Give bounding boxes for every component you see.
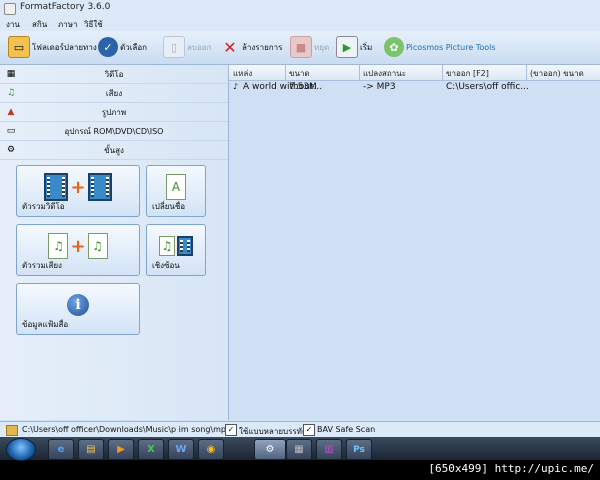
row-size: 7.53M	[289, 82, 317, 92]
rename-button[interactable]: A เปลี่ยนชื่อ	[146, 165, 206, 217]
col-output-size[interactable]: (ขาออก) ขนาด	[530, 67, 584, 80]
options-button[interactable]: ✓ ตัวเลือก	[98, 35, 147, 59]
watermark: [650x499] http://upic.me/	[428, 462, 594, 475]
bav-checkbox[interactable]: ✓	[303, 424, 315, 436]
taskbar: e ▤ ▶ X W ◉ ⚙ ▦ ▥ Ps	[0, 437, 600, 461]
music-file-icon: ♪	[233, 82, 239, 91]
output-path: C:\Users\off officer\Downloads\Music\p i…	[22, 425, 232, 434]
ie-icon[interactable]: e	[48, 439, 74, 460]
audio-joiner-icon: ♫ + ♫	[17, 231, 139, 261]
app-icon	[4, 3, 16, 15]
picture-icon: ▲	[7, 107, 15, 117]
multithread-checkbox[interactable]: ✓	[225, 424, 237, 436]
category-picture[interactable]: ▲ รูปภาพ	[0, 103, 228, 122]
clear-list-button[interactable]: ✕ ล้างรายการ	[220, 35, 282, 59]
audio-joiner-button[interactable]: ♫ + ♫ ตัวรวมเสียง	[16, 224, 140, 276]
status-bar: C:\Users\off officer\Downloads\Music\p i…	[0, 421, 600, 438]
remove-button[interactable]: ▯ ลบออก	[163, 35, 211, 59]
mux-icon: ♫	[147, 231, 205, 261]
menu-task[interactable]: งาน	[6, 18, 20, 31]
word-icon[interactable]: W	[168, 439, 194, 460]
picosmos-icon: ✿	[384, 37, 404, 57]
video-icon: ▦	[6, 69, 16, 79]
col-output[interactable]: ขาออก [F2]	[446, 67, 489, 80]
menu-language[interactable]: ภาษา	[58, 18, 78, 31]
stop-button[interactable]: ■ หยุด	[290, 35, 329, 59]
video-joiner-button[interactable]: + ตัวรวมวิดีโอ	[16, 165, 140, 217]
app-window: FormatFactory 3.6.0 งาน สกิน ภาษา วิธีใช…	[0, 0, 600, 460]
menu-skin[interactable]: สกิน	[32, 18, 47, 31]
output-folder-button[interactable]: ▭ โฟลเดอร์ปลายทาง	[8, 35, 97, 59]
task-list: แหล่ง ขนาด แปลงสถานะ ขาออก [F2] (ขาออก) …	[229, 65, 600, 420]
remove-icon: ▯	[163, 36, 185, 58]
cmd-icon[interactable]: ▦	[286, 439, 312, 460]
category-video[interactable]: ▦ วิดีโอ	[0, 65, 228, 84]
category-audio[interactable]: ♫ เสียง	[0, 84, 228, 103]
window-title: FormatFactory 3.6.0	[20, 2, 111, 12]
formatfactory-icon[interactable]: ⚙	[254, 439, 286, 460]
media-info-button[interactable]: i ข้อมูลแฟ้มสื่อ	[16, 283, 140, 335]
mux-button[interactable]: ♫ เชิงซ้อน	[146, 224, 206, 276]
photoshop-icon[interactable]: Ps	[346, 439, 372, 460]
start-icon: ▶	[336, 36, 358, 58]
folder-icon: ▭	[8, 36, 30, 58]
col-status[interactable]: แปลงสถานะ	[363, 67, 406, 80]
advanced-icon: ⚙	[6, 145, 16, 155]
table-header: แหล่ง ขนาด แปลงสถานะ ขาออก [F2] (ขาออก) …	[229, 65, 600, 81]
rom-device-icon: ▭	[6, 126, 16, 136]
toolbar: ▭ โฟลเดอร์ปลายทาง ✓ ตัวเลือก ▯ ลบออก ✕ ล…	[0, 31, 600, 65]
video-joiner-icon: +	[17, 172, 139, 202]
table-row[interactable]: ♪ A world without... 7.53M -> MP3 C:\Use…	[229, 80, 600, 94]
sidebar: ▦ วิดีโอ ♫ เสียง ▲ รูปภาพ ▭ อุปกรณ์ ROM\…	[0, 65, 229, 420]
category-rom-device[interactable]: ▭ อุปกรณ์ ROM\DVD\CD\ISO	[0, 122, 228, 141]
row-status: -> MP3	[363, 82, 396, 92]
col-source[interactable]: แหล่ง	[233, 67, 252, 80]
audio-icon: ♫	[6, 88, 16, 98]
chrome-icon[interactable]: ◉	[198, 439, 224, 460]
menu-bar: งาน สกิน ภาษา วิธีใช้	[0, 17, 600, 31]
start-orb[interactable]	[6, 438, 36, 461]
stop-icon: ■	[290, 36, 312, 58]
col-size[interactable]: ขนาด	[289, 67, 310, 80]
start-button[interactable]: ▶ เริ่ม	[336, 35, 372, 59]
winrar-icon[interactable]: ▥	[316, 439, 342, 460]
media-icon[interactable]: ▶	[108, 439, 134, 460]
picosmos-button[interactable]: ✿ Picosmos Picture Tools	[384, 35, 496, 59]
row-output: C:\Users\off offic...	[446, 82, 529, 92]
bav-label: BAV Safe Scan	[317, 425, 376, 434]
folder-icon[interactable]	[6, 425, 18, 436]
clear-list-icon: ✕	[223, 37, 237, 57]
media-info-icon: i	[17, 290, 139, 320]
options-icon: ✓	[98, 37, 118, 57]
explorer-icon[interactable]: ▤	[78, 439, 104, 460]
rename-icon: A	[147, 172, 205, 202]
menu-help[interactable]: วิธีใช้	[84, 18, 103, 31]
excel-icon[interactable]: X	[138, 439, 164, 460]
category-advanced[interactable]: ⚙ ขั้นสูง	[0, 141, 228, 160]
title-bar: FormatFactory 3.6.0	[0, 0, 600, 18]
